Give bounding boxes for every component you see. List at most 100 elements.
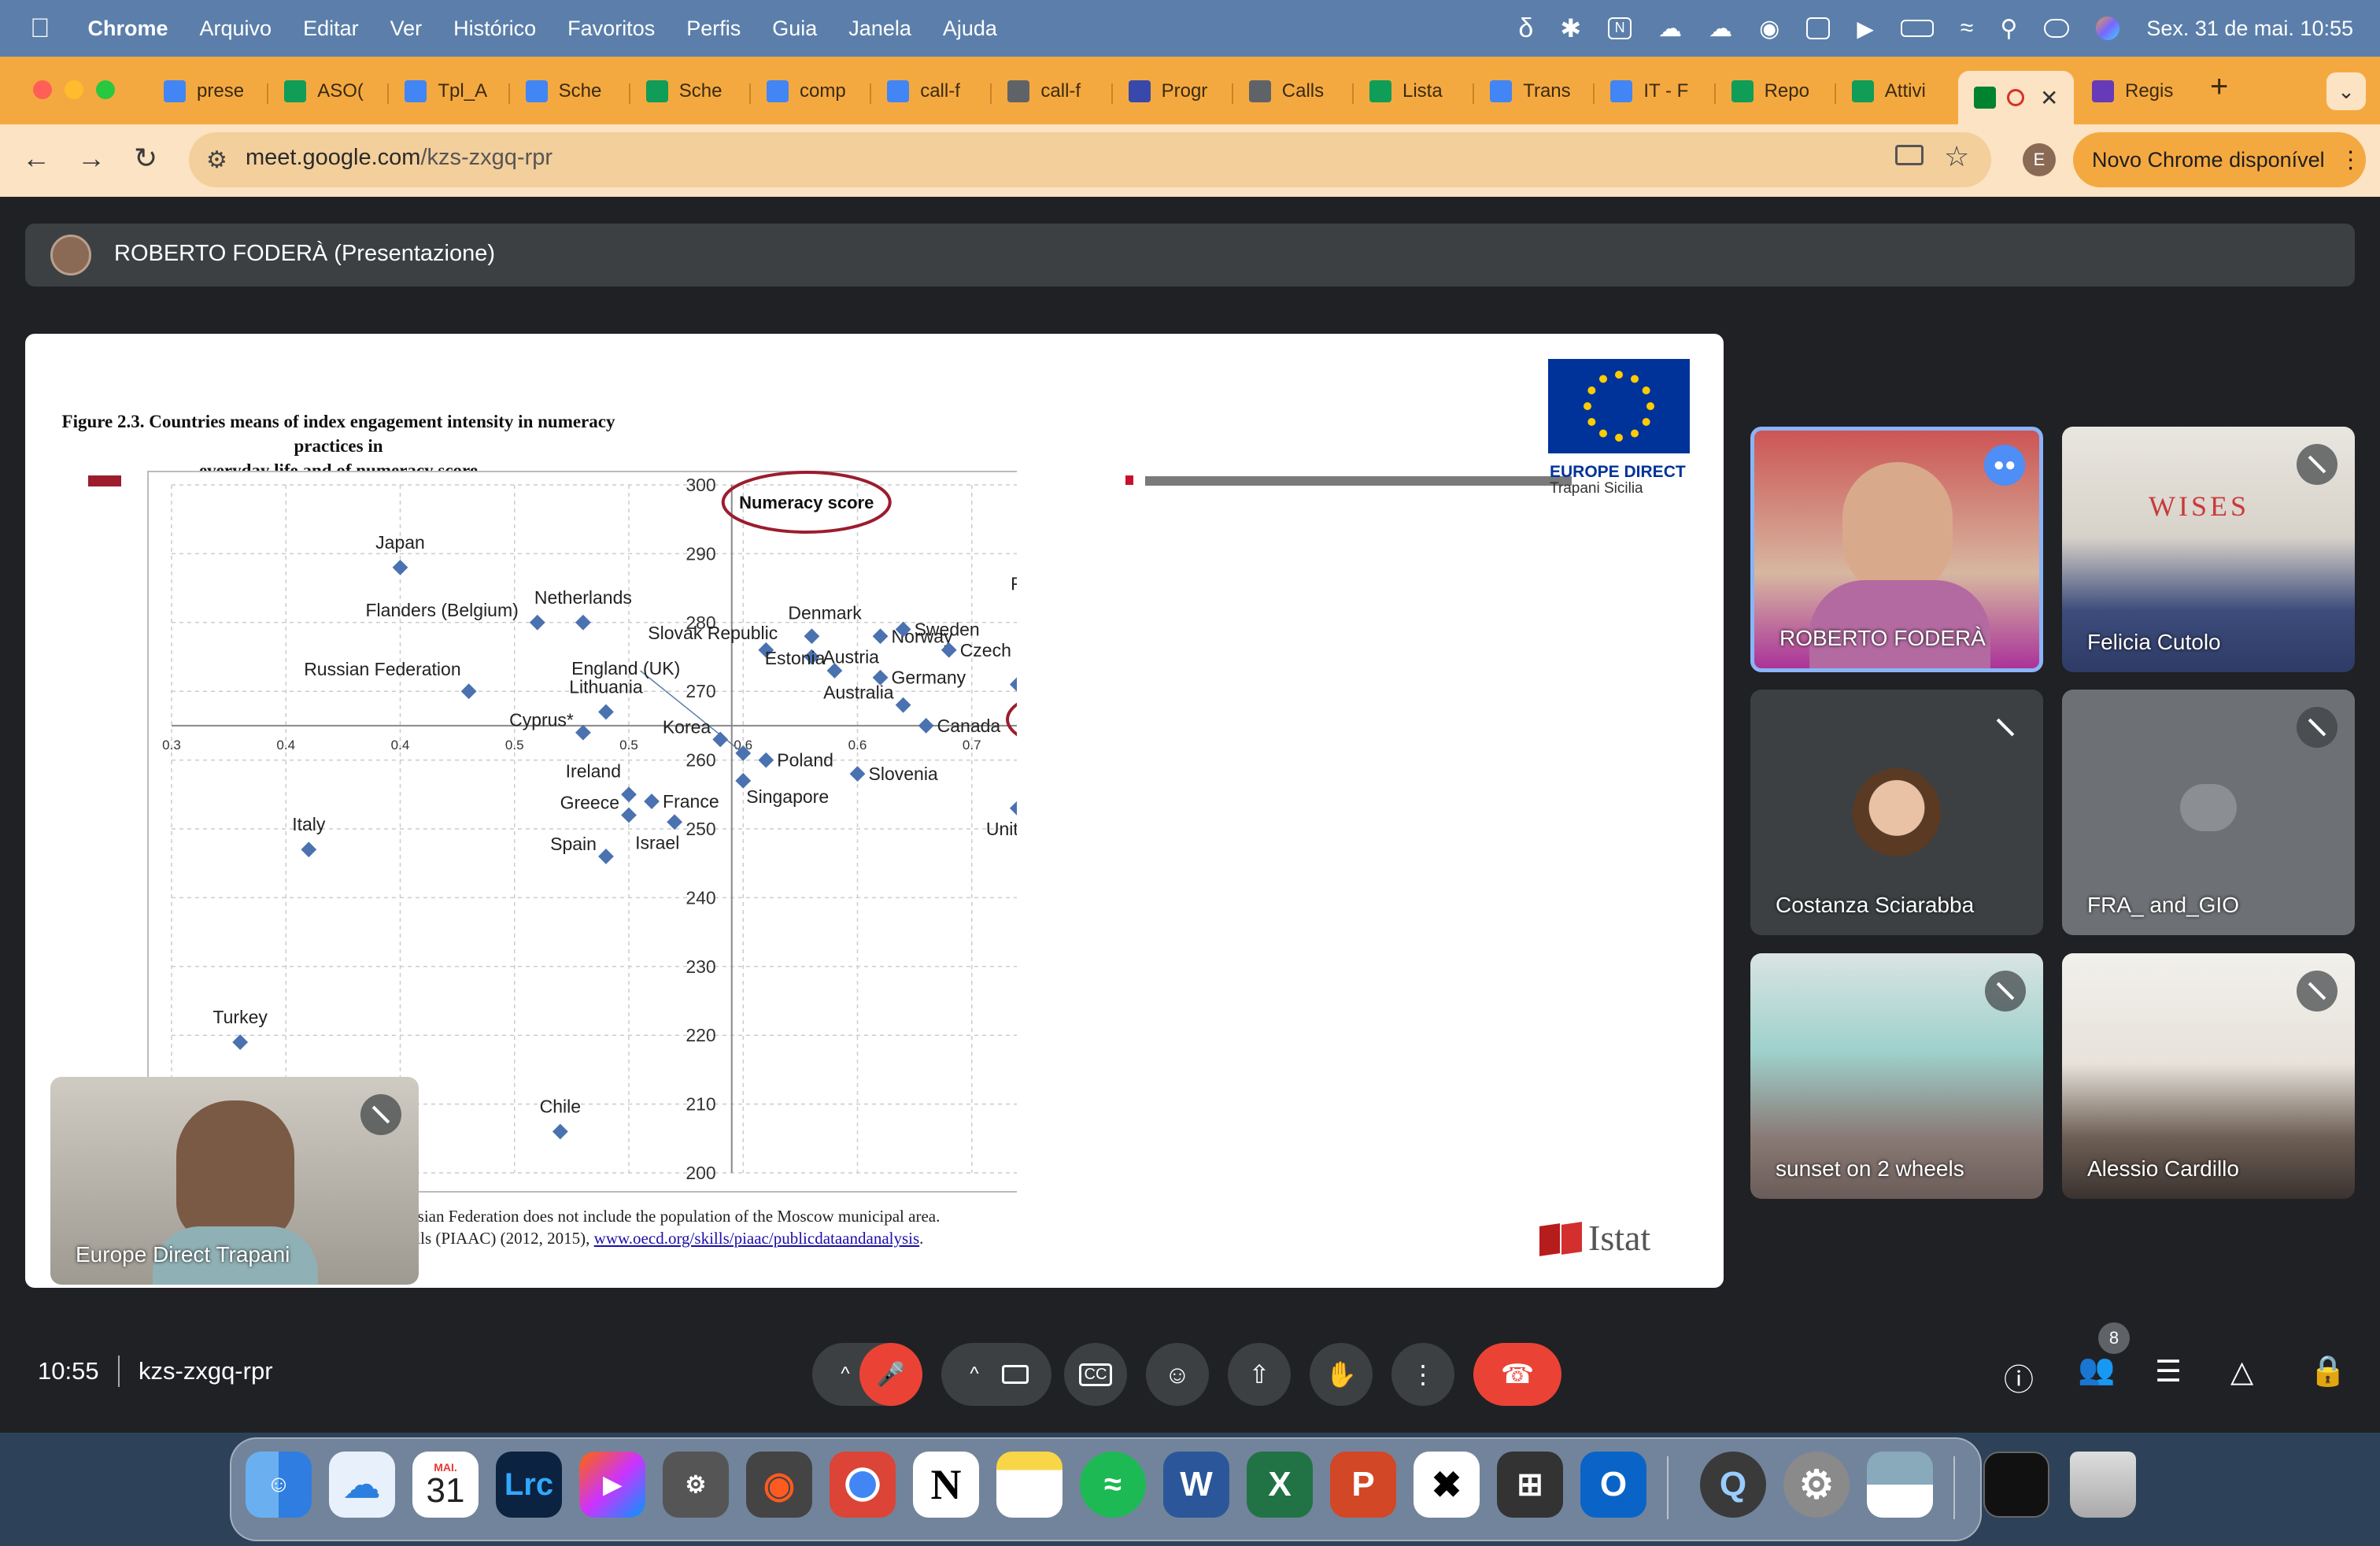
tab-2[interactable]: Tpl_A: [398, 71, 487, 112]
bookmark-star-icon[interactable]: ☆: [1944, 140, 1969, 173]
menu-arquivo[interactable]: Arquivo: [200, 17, 272, 41]
lightroom-icon[interactable]: Lrc: [496, 1452, 562, 1518]
delta-icon[interactable]: δ: [1518, 13, 1533, 44]
calendar-icon[interactable]: MAI. 31: [412, 1452, 479, 1518]
cloud-filled-icon[interactable]: ☁: [1709, 15, 1732, 43]
tab-0[interactable]: prese: [157, 71, 244, 112]
profile-avatar[interactable]: E: [2023, 143, 2056, 176]
self-view-tile[interactable]: Europe Direct Trapani: [50, 1077, 419, 1285]
menu-janela[interactable]: Janela: [848, 17, 911, 41]
host-controls-icon[interactable]: 🔒: [2309, 1354, 2346, 1389]
spotify-icon[interactable]: ≈: [1080, 1452, 1146, 1518]
minimize-window-icon[interactable]: [65, 80, 83, 99]
zoom-window-icon[interactable]: [96, 80, 115, 99]
word-icon[interactable]: W: [1163, 1452, 1229, 1518]
tab-1[interactable]: ASO(: [278, 71, 364, 112]
update-chrome-button[interactable]: Novo Chrome disponível ⋮: [2073, 132, 2366, 187]
powerpoint-icon[interactable]: P: [1330, 1452, 1396, 1518]
participant-tile-sunset[interactable]: sunset on 2 wheels: [1750, 953, 2043, 1199]
tab-13[interactable]: Repo: [1725, 71, 1809, 112]
menu-ver[interactable]: Ver: [390, 17, 423, 41]
outlook-icon[interactable]: O: [1580, 1452, 1646, 1518]
meeting-info-icon[interactable]: ⓘ: [2004, 1356, 2034, 1399]
quicktime-icon[interactable]: Q: [1700, 1452, 1766, 1518]
trash-icon[interactable]: [2070, 1452, 2136, 1518]
recent-window-thumbnail[interactable]: [1983, 1452, 2049, 1518]
present-screen-button[interactable]: ⇧: [1228, 1343, 1291, 1406]
notion-icon[interactable]: N: [913, 1452, 979, 1518]
sync-icon[interactable]: ◉: [1759, 15, 1779, 43]
captions-button[interactable]: CC: [1064, 1343, 1127, 1406]
preview-icon[interactable]: [1867, 1452, 1933, 1518]
cloud-icon[interactable]: ☁: [1658, 15, 1682, 43]
menu-ajuda[interactable]: Ajuda: [943, 17, 997, 41]
raise-hand-button[interactable]: ✋: [1310, 1343, 1373, 1406]
finder-icon[interactable]: ☺: [246, 1452, 312, 1518]
participant-tile-felicia[interactable]: WISES Felicia Cutolo: [2062, 427, 2355, 672]
menu-historico[interactable]: Histórico: [453, 17, 536, 41]
close-window-icon[interactable]: [33, 80, 52, 99]
tab-14[interactable]: Attivi: [1846, 71, 1926, 112]
oecd-link[interactable]: www.oecd.org/skills/piaac/publicdataanda…: [594, 1229, 919, 1248]
menu-app-name[interactable]: Chrome: [88, 17, 168, 41]
menu-perfis[interactable]: Perfis: [686, 17, 741, 41]
camera-toggle-button[interactable]: [984, 1343, 1047, 1406]
tab-meet-active[interactable]: ✕: [1958, 71, 2075, 124]
onedrive-icon[interactable]: ☁: [329, 1452, 395, 1518]
system-tool-icon[interactable]: ⚙: [663, 1452, 729, 1518]
participant-tile-fra-gio[interactable]: FRA_ and_GIO: [2062, 690, 2355, 935]
more-options-button[interactable]: ⋮: [1391, 1343, 1454, 1406]
tab-10[interactable]: Lista: [1363, 71, 1443, 112]
menu-editar[interactable]: Editar: [303, 17, 359, 41]
tab-search-icon[interactable]: ⌄: [2326, 72, 2366, 110]
activities-icon[interactable]: △: [2230, 1354, 2253, 1389]
reactions-button[interactable]: ☺: [1146, 1343, 1209, 1406]
new-tab-button[interactable]: +: [2210, 69, 2228, 105]
participant-tile-alessio[interactable]: Alessio Cardillo: [2062, 953, 2355, 1199]
menu-favoritos[interactable]: Favoritos: [567, 17, 655, 41]
site-info-icon[interactable]: ⚙: [206, 146, 227, 174]
people-icon[interactable]: 👥: [2078, 1352, 2115, 1387]
participant-tile-costanza[interactable]: Costanza Sciarabba: [1750, 690, 2043, 935]
apple-menu-icon[interactable]: : [30, 13, 50, 44]
tab-6[interactable]: call-f: [881, 71, 960, 112]
tab-5[interactable]: comp: [760, 71, 846, 112]
menu-guia[interactable]: Guia: [772, 17, 817, 41]
leave-call-button[interactable]: ☎: [1473, 1343, 1561, 1406]
notion-menu-icon[interactable]: N: [1608, 17, 1632, 39]
forward-icon[interactable]: →: [77, 142, 105, 175]
excel-icon[interactable]: X: [1247, 1452, 1313, 1518]
tab-4[interactable]: Sche: [640, 71, 722, 112]
close-tab-icon[interactable]: ✕: [2040, 85, 2058, 111]
tab-3[interactable]: Sche: [519, 71, 601, 112]
menu-clock[interactable]: Sex. 31 de mai. 10:55: [2146, 17, 2353, 41]
camera-permission-icon[interactable]: [1895, 145, 1924, 165]
play-icon[interactable]: ▶: [1857, 16, 1874, 42]
search-icon[interactable]: ⚲: [2000, 15, 2017, 43]
system-settings-icon[interactable]: ⚙: [1783, 1452, 1850, 1518]
tab-regis[interactable]: Regis: [2086, 71, 2173, 112]
chat-icon[interactable]: ☰: [2155, 1354, 2182, 1389]
back-icon[interactable]: ←: [22, 142, 50, 175]
chrome-icon[interactable]: [830, 1452, 896, 1518]
tab-9[interactable]: Calls: [1243, 71, 1324, 112]
reload-icon[interactable]: ↻: [134, 142, 157, 175]
mic-toggle-button[interactable]: 🎤: [859, 1343, 922, 1406]
control-center-icon[interactable]: [2044, 19, 2070, 38]
tab-7[interactable]: call-f: [1001, 71, 1081, 112]
final-cut-icon[interactable]: ▶: [579, 1452, 645, 1518]
capcut-icon[interactable]: ✖: [1414, 1452, 1480, 1518]
battery-icon[interactable]: [1900, 20, 1934, 37]
tab-11[interactable]: Trans: [1484, 71, 1571, 112]
wifi-icon[interactable]: ≈: [1961, 15, 1973, 42]
brightness-icon[interactable]: ✱: [1560, 13, 1581, 43]
tab-12[interactable]: IT - F: [1604, 71, 1688, 112]
url-text[interactable]: meet.google.com/kzs-zxgq-rpr: [246, 145, 552, 171]
kebab-menu-icon[interactable]: ⋮: [2339, 146, 2363, 174]
participant-tile-roberto[interactable]: ●● ROBERTO FODERÀ: [1750, 427, 2043, 672]
display-icon[interactable]: [1806, 17, 1831, 39]
notes-icon[interactable]: [996, 1452, 1062, 1518]
tab-8[interactable]: Progr: [1122, 71, 1207, 112]
recording-app-icon[interactable]: ◉: [746, 1452, 812, 1518]
calculator-icon[interactable]: ⊞: [1497, 1452, 1563, 1518]
